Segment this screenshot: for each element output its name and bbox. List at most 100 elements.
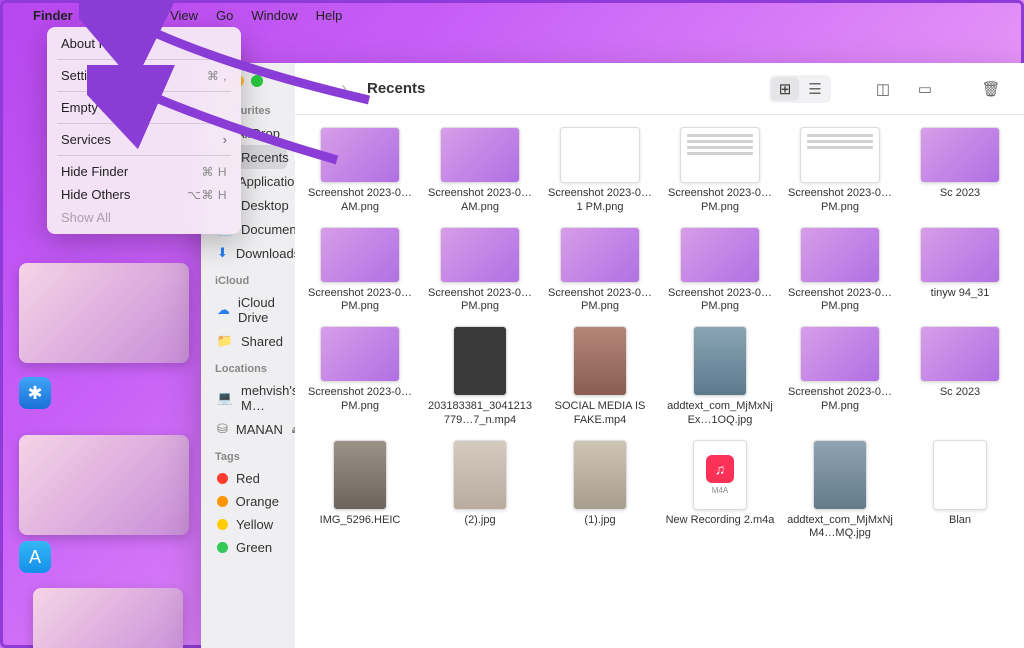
sidebar-item-icloud-drive[interactable]: ☁iCloud Drive bbox=[209, 291, 287, 329]
menubar-view[interactable]: View bbox=[170, 8, 198, 23]
finder-menu: About Find Settings…⌘ , Empty Bin… Servi… bbox=[47, 27, 241, 234]
file-thumbnail bbox=[453, 440, 507, 510]
file-name: New Recording 2.m4a bbox=[666, 514, 775, 528]
sidebar-label: Orange bbox=[236, 494, 279, 509]
file-grid: Screenshot 2023-0…AM.png Screenshot 2023… bbox=[295, 115, 1024, 648]
file-name: Screenshot 2023-0…AM.png bbox=[425, 187, 535, 215]
file-name: Screenshot 2023-0…PM.png bbox=[545, 287, 655, 315]
disk-icon: ⛁ bbox=[217, 421, 228, 437]
file-item[interactable]: Sc 2023 bbox=[903, 127, 1017, 215]
desktop-window-preview[interactable] bbox=[33, 588, 183, 648]
file-item[interactable]: IMG_5296.HEIC bbox=[303, 440, 417, 542]
file-item[interactable]: tinyw 94_31 bbox=[903, 227, 1017, 315]
sidebar-tag-green[interactable]: Green bbox=[209, 536, 287, 559]
file-item[interactable]: Screenshot 2023-0…PM.png bbox=[663, 127, 777, 215]
view-icons-button[interactable]: ⊞ bbox=[771, 77, 799, 101]
sidebar-label: MANAN bbox=[236, 422, 283, 437]
sidebar-tag-red[interactable]: Red bbox=[209, 467, 287, 490]
file-name: Screenshot 2023-0…PM.png bbox=[305, 287, 415, 315]
finder-toolbar: ‹ › Recents ⊞ ☰ ◫ ▭ 🗑 bbox=[295, 63, 1024, 115]
file-item[interactable]: Screenshot 2023-0…PM.png bbox=[423, 227, 537, 315]
menubar-window[interactable]: Window bbox=[251, 8, 297, 23]
file-item[interactable]: Screenshot 2023-0…PM.png bbox=[783, 326, 897, 428]
file-thumbnail bbox=[560, 227, 640, 283]
file-item[interactable]: Screenshot 2023-0…PM.png bbox=[783, 227, 897, 315]
file-name: Screenshot 2023-0…PM.png bbox=[785, 187, 895, 215]
file-name: 203183381_3041213779…7_n.mp4 bbox=[425, 400, 535, 428]
file-item[interactable]: Screenshot 2023-0…AM.png bbox=[423, 127, 537, 215]
file-thumbnail bbox=[920, 326, 1000, 382]
file-item[interactable]: (1).jpg bbox=[543, 440, 657, 542]
file-item[interactable]: Screenshot 2023-0…PM.png bbox=[783, 127, 897, 215]
file-item[interactable]: Screenshot 2023-0…PM.png bbox=[303, 227, 417, 315]
file-thumbnail bbox=[800, 326, 880, 382]
sidebar-item-mac[interactable]: 💻mehvish's M… bbox=[209, 379, 287, 417]
menubar-app[interactable]: Finder bbox=[33, 8, 73, 23]
file-name: tinyw 94_31 bbox=[931, 287, 990, 301]
file-item[interactable]: Screenshot 2023-0…PM.png bbox=[543, 227, 657, 315]
menu-settings[interactable]: Settings…⌘ , bbox=[47, 64, 241, 87]
shared-icon: 📁 bbox=[217, 333, 233, 349]
file-item[interactable]: Screenshot 2023-0…PM.png bbox=[303, 326, 417, 428]
sidebar-label: AirDrop bbox=[236, 126, 280, 141]
menubar-edit[interactable]: Edit bbox=[130, 8, 152, 23]
sidebar-tag-yellow[interactable]: Yellow bbox=[209, 513, 287, 536]
file-item[interactable]: addtext_com_MjMxNjEx…1OQ.jpg bbox=[663, 326, 777, 428]
view-gallery-button[interactable]: ▭ bbox=[911, 77, 939, 101]
desktop-window-preview[interactable] bbox=[19, 435, 189, 535]
nav-back-button[interactable]: ‹ bbox=[315, 78, 325, 99]
maximize-button[interactable] bbox=[251, 75, 263, 87]
tag-dot-icon bbox=[217, 542, 228, 553]
file-item[interactable]: Screenshot 2023-0…AM.png bbox=[303, 127, 417, 215]
sidebar-label: Desktop bbox=[241, 198, 289, 213]
safari-dock-icon[interactable]: ✱ bbox=[19, 377, 51, 409]
file-thumbnail bbox=[440, 127, 520, 183]
sidebar-item-downloads[interactable]: ⬇Downloads bbox=[209, 241, 287, 265]
file-name: Sc 2023 bbox=[940, 187, 980, 201]
sidebar-label: Recents bbox=[241, 150, 289, 165]
sidebar-item-manan[interactable]: ⛁MANAN⏏ bbox=[209, 417, 287, 441]
trash-button[interactable]: 🗑 bbox=[977, 77, 1005, 101]
menu-empty-bin[interactable]: Empty Bin… bbox=[47, 96, 241, 119]
file-thumbnail bbox=[440, 227, 520, 283]
file-thumbnail bbox=[333, 440, 387, 510]
menu-services[interactable]: Services› bbox=[47, 128, 241, 151]
file-item[interactable]: Sc 2023 bbox=[903, 326, 1017, 428]
menu-about-finder[interactable]: About Find bbox=[47, 32, 241, 55]
sidebar-label: Applications bbox=[238, 174, 295, 189]
menu-label: Show All bbox=[61, 210, 111, 225]
menu-shortcut: ⌘ , bbox=[207, 69, 227, 83]
menubar: Finder File Edit View Go Window Help bbox=[3, 3, 1021, 27]
desktop-window-preview[interactable] bbox=[19, 263, 189, 363]
file-item[interactable]: Screenshot 2023-0…PM.png bbox=[663, 227, 777, 315]
menu-separator bbox=[57, 59, 231, 60]
sidebar-label: mehvish's M… bbox=[241, 383, 295, 413]
menubar-help[interactable]: Help bbox=[316, 8, 343, 23]
file-item[interactable]: Screenshot 2023-0…1 PM.png bbox=[543, 127, 657, 215]
file-name: Blan bbox=[949, 514, 971, 528]
file-item[interactable]: 203183381_3041213779…7_n.mp4 bbox=[423, 326, 537, 428]
file-item[interactable]: (2).jpg bbox=[423, 440, 537, 542]
appstore-dock-icon[interactable]: A bbox=[19, 541, 51, 573]
menubar-file[interactable]: File bbox=[91, 8, 112, 23]
file-thumbnail bbox=[800, 227, 880, 283]
nav-forward-button[interactable]: › bbox=[339, 78, 349, 99]
menu-hide-finder[interactable]: Hide Finder⌘ H bbox=[47, 160, 241, 183]
sidebar-label: Yellow bbox=[236, 517, 273, 532]
file-thumbnail bbox=[680, 127, 760, 183]
file-item[interactable]: Blan bbox=[903, 440, 1017, 542]
menu-label: About Find bbox=[61, 36, 124, 51]
file-name: addtext_com_MjMxNjM4…MQ.jpg bbox=[785, 514, 895, 542]
sidebar-tag-orange[interactable]: Orange bbox=[209, 490, 287, 513]
menu-hide-others[interactable]: Hide Others⌥⌘ H bbox=[47, 183, 241, 206]
menubar-go[interactable]: Go bbox=[216, 8, 233, 23]
file-thumbnail: ♫M4A bbox=[693, 440, 747, 510]
sidebar-label: Shared bbox=[241, 334, 283, 349]
file-item[interactable]: SOCIAL MEDIA IS FAKE.mp4 bbox=[543, 326, 657, 428]
file-item[interactable]: addtext_com_MjMxNjM4…MQ.jpg bbox=[783, 440, 897, 542]
view-list-button[interactable]: ☰ bbox=[801, 77, 829, 101]
view-columns-button[interactable]: ◫ bbox=[869, 77, 897, 101]
sidebar-item-shared[interactable]: 📁 Shared bbox=[209, 329, 287, 353]
file-item[interactable]: ♫M4A New Recording 2.m4a bbox=[663, 440, 777, 542]
file-thumbnail bbox=[920, 127, 1000, 183]
